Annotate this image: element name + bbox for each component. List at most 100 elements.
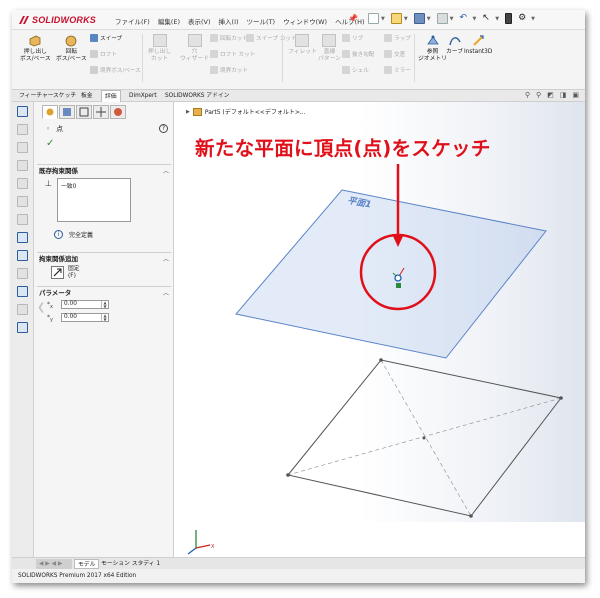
extruded-boss-button[interactable]: 押し出し ボス/ベース	[20, 34, 51, 63]
extruded-cut-button[interactable]: 押し出し カット	[148, 34, 171, 63]
offset-tool-icon[interactable]	[17, 286, 28, 297]
pattern-tool-icon[interactable]	[17, 322, 28, 333]
linear-pattern-button[interactable]: 直線 パターン	[318, 34, 341, 63]
sketch-toolbar-strip	[12, 102, 34, 557]
arc-tool-icon[interactable]	[17, 196, 28, 207]
boundary-boss-button[interactable]: 境界ボス/ベース	[90, 66, 141, 74]
existing-relations-header[interactable]: 既存拘束関係 ︿	[37, 164, 171, 175]
circle-tool-icon[interactable]	[17, 178, 28, 189]
tab-model[interactable]: モデル	[74, 559, 100, 569]
revolved-cut-button[interactable]: 回転カット	[210, 34, 248, 42]
y-coordinate-icon: *y	[47, 313, 53, 323]
graphics-area[interactable]: ▶ Part5 (デフォルト<<デフォルト>... 新たな平面に頂点(点)をスケ…	[174, 102, 585, 557]
loft-button[interactable]: ロフト	[90, 50, 117, 58]
draft-button[interactable]: 抜き勾配	[342, 50, 374, 58]
y-coordinate-input[interactable]: 0.00 ▲ ▼	[61, 313, 109, 322]
tab-solidworks-addins[interactable]: SOLIDWORKS アドイン	[162, 90, 232, 102]
spline-tool-icon[interactable]	[17, 214, 28, 225]
save-icon[interactable]	[413, 13, 425, 24]
revolved-boss-icon	[65, 35, 77, 47]
help-icon[interactable]: ?	[159, 124, 168, 133]
print-icon[interactable]	[436, 13, 448, 24]
tab-dimxpert[interactable]: DimXpert	[126, 90, 160, 102]
feature-tree-tab-icon[interactable]	[59, 105, 75, 119]
tab-sketch[interactable]: スケッチ	[50, 90, 79, 102]
logo-text: SOLIDWORKS	[32, 15, 96, 25]
intersect-button[interactable]: 交差	[384, 50, 405, 58]
select-arrow-icon[interactable]: ↖	[482, 13, 493, 24]
tab-scroll-arrows[interactable]: ◀ ▶ ◀ ▶	[36, 559, 72, 569]
instant3d-button[interactable]: Instant3D	[464, 34, 492, 56]
centerline-tool-icon[interactable]	[17, 250, 28, 261]
dimxpert-tab-icon[interactable]	[93, 105, 109, 119]
display-style-icon[interactable]: ◨	[560, 91, 567, 99]
menu-insert[interactable]: 挿入(I)	[219, 16, 239, 26]
menu-tools[interactable]: ツール(T)	[247, 16, 276, 26]
shell-button[interactable]: シェル	[342, 66, 369, 74]
parameters-header[interactable]: パラメータ ︿	[37, 286, 171, 297]
boundary-cut-button[interactable]: 境界カット	[210, 66, 248, 74]
command-manager: 押し出し ボス/ベース 回転 ボス/ベース スイープ ロフト 境界ボス/ベース …	[12, 30, 585, 90]
relation-item[interactable]: 一致0	[61, 184, 76, 190]
trim-tool-icon[interactable]	[17, 268, 28, 279]
traffic-light-icon[interactable]	[505, 13, 513, 24]
extruded-cut-icon	[152, 34, 167, 47]
mirror-button[interactable]: ミラー	[384, 66, 411, 74]
sketch-tool-icon[interactable]	[17, 106, 28, 117]
wrap-button[interactable]: ラップ	[384, 34, 411, 42]
mirror-entities-icon[interactable]	[17, 304, 28, 315]
menu-window[interactable]: ウィンドウ(W)	[283, 16, 327, 26]
solidworks-window: SOLIDWORKS ファイル(F) 編集(E) 表示(V) 挿入(I) ツール…	[12, 10, 585, 583]
sweep-button[interactable]: スイープ	[90, 34, 122, 42]
spin-arrows-icon[interactable]: ▲ ▼	[101, 314, 108, 321]
line-tool-icon[interactable]	[17, 142, 28, 153]
x-coordinate-input[interactable]: 0.00 ▲ ▼	[61, 300, 109, 309]
collapse-chevron-icon[interactable]: ︿	[163, 254, 169, 263]
spin-arrows-icon[interactable]: ▲ ▼	[101, 301, 108, 308]
search-icon[interactable]: ⚲	[525, 91, 530, 99]
zoom-icon[interactable]: ⚲	[536, 91, 541, 99]
section-view-icon[interactable]: ▣	[572, 91, 579, 99]
lofted-cut-button[interactable]: ロフト カット	[210, 50, 255, 58]
existing-relations-list[interactable]: 一致0	[57, 178, 131, 222]
curves-button[interactable]: カーブ	[446, 34, 463, 56]
hole-wizard-button[interactable]: 穴 ウィザード	[180, 34, 209, 63]
property-manager: ◦ 点 ? ✓ 既存拘束関係 ︿ ⊥ 一致0 i 完全定義 拘束関係追加 ︿ 固定 (F…	[34, 102, 174, 557]
collapse-left-icon[interactable]: ❮	[37, 302, 45, 313]
add-relations-header[interactable]: 拘束関係追加 ︿	[37, 252, 171, 263]
smart-dimension-icon[interactable]	[17, 124, 28, 135]
plane-1[interactable]	[235, 189, 547, 359]
menu-edit[interactable]: 編集(E)	[158, 16, 180, 26]
configuration-tab-icon[interactable]	[76, 105, 92, 119]
tab-evaluate[interactable]: 評価	[101, 90, 121, 102]
lofted-cut-icon	[210, 50, 218, 58]
undo-icon[interactable]: ↶	[459, 13, 470, 24]
revolved-boss-button[interactable]: 回転 ボス/ベース	[56, 34, 87, 63]
menu-file[interactable]: ファイル(F)	[115, 16, 150, 26]
rib-button[interactable]: リブ	[342, 34, 363, 42]
loft-icon	[90, 50, 98, 58]
solidworks-logo[interactable]: SOLIDWORKS	[18, 14, 96, 26]
display-manager-tab-icon[interactable]	[110, 105, 126, 119]
collapse-chevron-icon[interactable]: ︿	[163, 288, 169, 297]
rectangle-tool-icon[interactable]	[17, 160, 28, 171]
point-tool-icon[interactable]	[17, 232, 28, 243]
collapse-chevron-icon[interactable]: ︿	[163, 166, 169, 175]
property-manager-tab-icon[interactable]	[42, 105, 58, 119]
anchor-icon	[53, 268, 62, 277]
ok-check-button[interactable]: ✓	[46, 138, 54, 149]
view-orientation-icon[interactable]: ◩	[547, 91, 554, 99]
menu-view[interactable]: 表示(V)	[188, 16, 211, 26]
tab-motion-study-1[interactable]: モーション スタディ 1	[98, 559, 163, 569]
pin-icon[interactable]: 📌	[348, 14, 358, 23]
open-folder-icon[interactable]	[390, 13, 402, 24]
reference-geometry-button[interactable]: 参照 ジオメトリ	[418, 34, 447, 63]
tab-sheet-metal[interactable]: 板金	[78, 90, 96, 102]
separator	[414, 34, 415, 82]
new-document-icon[interactable]	[368, 13, 379, 24]
fix-relation-button[interactable]	[51, 266, 64, 279]
fillet-button[interactable]: フィレット	[288, 34, 317, 56]
base-sketch-square[interactable]	[286, 358, 563, 518]
options-gear-icon[interactable]: ⚙	[518, 13, 529, 24]
extruded-boss-icon	[29, 35, 41, 47]
